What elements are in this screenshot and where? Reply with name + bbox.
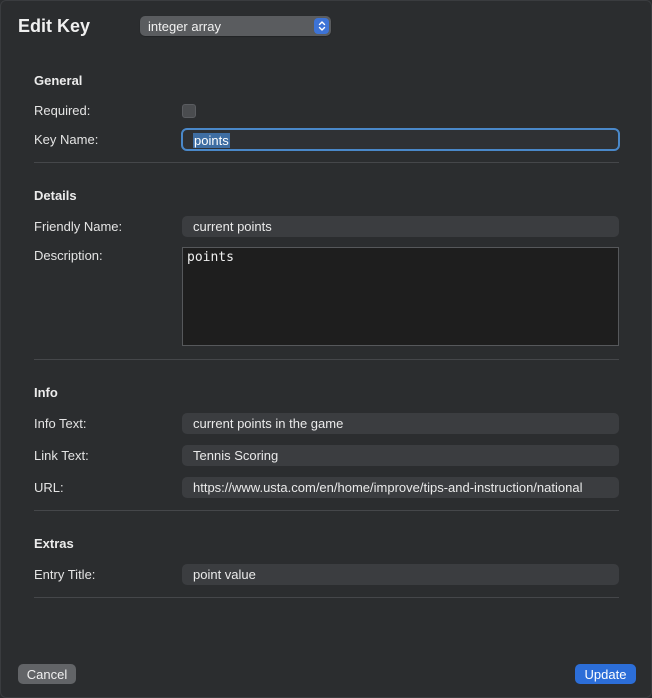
key-name-value: points <box>193 133 230 148</box>
cancel-button[interactable]: Cancel <box>18 664 76 684</box>
section-title-extras: Extras <box>34 536 74 551</box>
required-label: Required: <box>34 103 91 118</box>
link-text-label: Link Text: <box>34 448 89 463</box>
key-name-label: Key Name: <box>34 132 99 147</box>
separator <box>34 597 619 598</box>
url-label: URL: <box>34 480 64 495</box>
dialog-title: Edit Key <box>18 15 91 36</box>
section-title-info: Info <box>34 385 58 400</box>
separator <box>34 510 619 511</box>
key-type-popup-value: integer array <box>148 18 221 34</box>
key-name-field[interactable]: points <box>181 128 620 151</box>
friendly-name-label: Friendly Name: <box>34 219 123 234</box>
url-field[interactable]: https://www.usta.com/en/home/improve/tip… <box>182 477 619 498</box>
friendly-name-field[interactable]: current points <box>182 216 619 237</box>
separator <box>34 162 619 163</box>
info-text-field[interactable]: current points in the game <box>182 413 619 434</box>
key-type-popup[interactable]: integer array <box>140 16 331 36</box>
update-button[interactable]: Update <box>575 664 636 684</box>
entry-title-label: Entry Title: <box>34 567 96 582</box>
link-text-field[interactable]: Tennis Scoring <box>182 445 619 466</box>
edit-key-dialog: Edit Key integer array General Required:… <box>0 0 652 698</box>
description-label: Description: <box>34 248 103 263</box>
info-text-label: Info Text: <box>34 416 87 431</box>
section-title-details: Details <box>34 188 77 203</box>
description-textarea[interactable]: points <box>182 247 619 346</box>
separator <box>34 359 619 360</box>
section-title-general: General <box>34 73 83 88</box>
chevron-up-down-icon <box>314 18 329 34</box>
required-checkbox[interactable] <box>182 104 196 118</box>
entry-title-field[interactable]: point value <box>182 564 619 585</box>
dialog-header: Edit Key <box>18 13 140 39</box>
